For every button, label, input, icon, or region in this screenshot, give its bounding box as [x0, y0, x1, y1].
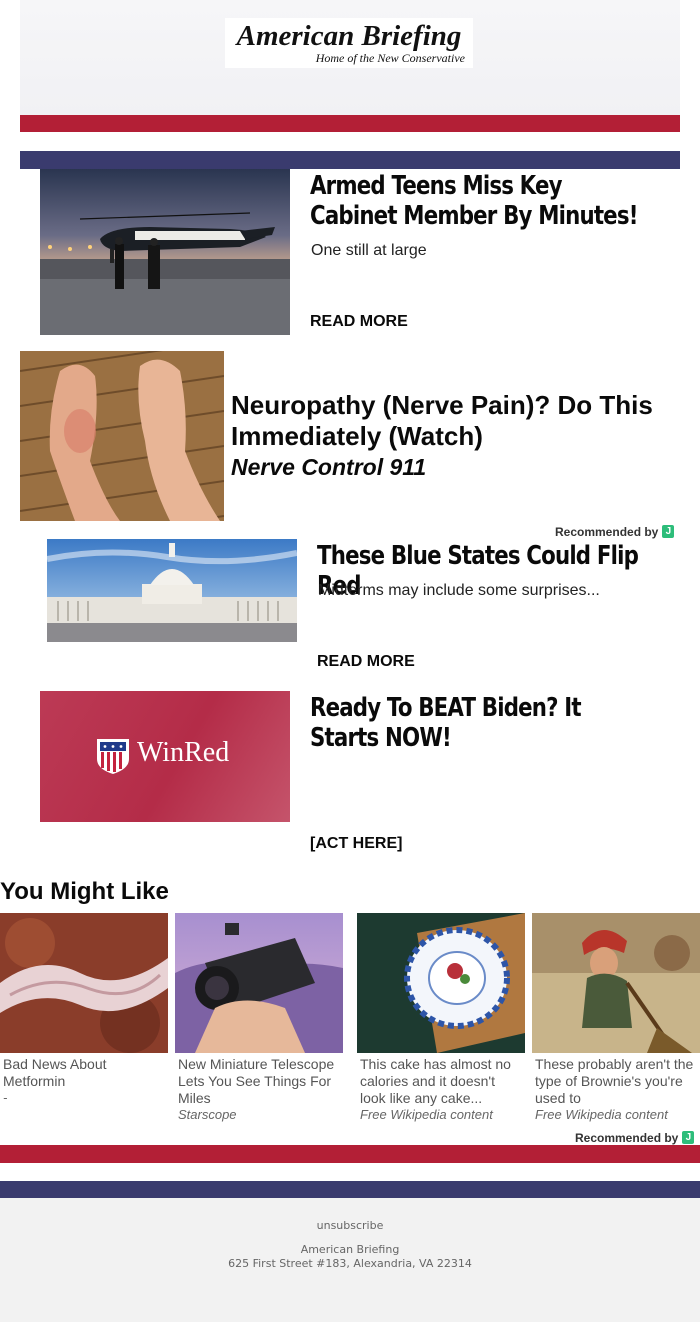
brownie-illustration-image[interactable]	[532, 913, 700, 1053]
feet-on-deck-image[interactable]	[20, 351, 224, 521]
article-headline[interactable]: Ready To BEAT Biden? It Starts NOW!	[310, 693, 646, 753]
footer-company: American Briefing	[300, 1243, 400, 1256]
navy-divider	[0, 1181, 700, 1198]
intestine-image[interactable]	[0, 913, 168, 1053]
card-source: -	[3, 1090, 8, 1105]
card-title[interactable]: Bad News About Metformin	[0, 1053, 168, 1090]
helicopter-on-tarmac-image[interactable]	[40, 169, 290, 335]
recommendation-card[interactable]: New Miniature Telescope Lets You See Thi…	[175, 913, 343, 1123]
recommended-by-label: Recommended by	[575, 1131, 679, 1145]
capitol-building-image[interactable]	[47, 539, 297, 642]
recommended-by-label: Recommended by	[555, 525, 659, 539]
recommendation-card[interactable]: This cake has almost no calories and it …	[357, 913, 525, 1123]
winred-logo-text: WinRed	[137, 737, 230, 768]
card-title[interactable]: These probably aren't the type of Browni…	[532, 1053, 700, 1107]
read-more-link[interactable]: READ MORE	[310, 313, 408, 331]
article-description: One still at large	[311, 242, 427, 259]
card-title[interactable]: This cake has almost no calories and it …	[357, 1053, 525, 1107]
card-title[interactable]: New Miniature Telescope Lets You See Thi…	[175, 1053, 343, 1107]
red-divider	[20, 115, 680, 132]
telescope-image[interactable]	[175, 913, 343, 1053]
cake-plate-image[interactable]	[357, 913, 525, 1053]
article-headline[interactable]: Armed Teens Miss Key Cabinet Member By M…	[310, 171, 646, 231]
ad-text-block[interactable]: Neuropathy (Nerve Pain)? Do This Immedia…	[231, 390, 700, 482]
you-might-like-heading: You Might Like	[0, 878, 169, 905]
winred-logo-image[interactable]: WinRed	[40, 691, 290, 822]
navy-divider	[20, 151, 680, 169]
recommended-by-badge[interactable]: Recommended by J	[555, 523, 675, 541]
card-source: Free Wikipedia content	[535, 1107, 668, 1122]
article-description: Midterms may include some surprises...	[318, 582, 600, 599]
ad-headline[interactable]: Neuropathy (Nerve Pain)? Do This Immedia…	[231, 390, 700, 452]
recommendation-card[interactable]: These probably aren't the type of Browni…	[532, 913, 700, 1123]
logo[interactable]: American Briefing Home of the New Conser…	[225, 18, 473, 68]
read-more-link[interactable]: READ MORE	[317, 653, 415, 671]
act-here-link[interactable]: [ACT HERE]	[310, 835, 402, 853]
recommendation-card[interactable]: Bad News About Metformin -	[0, 913, 168, 1106]
jeeng-logo-icon: J	[682, 1131, 695, 1145]
logo-title: American Briefing	[236, 20, 462, 52]
card-source: Free Wikipedia content	[360, 1107, 493, 1122]
card-source: Starscope	[178, 1107, 237, 1122]
ad-sponsor: Nerve Control 911	[231, 454, 427, 480]
logo-tagline: Home of the New Conservative	[315, 51, 465, 65]
jeeng-logo-icon: J	[662, 525, 675, 539]
footer-address: 625 First Street #183, Alexandria, VA 22…	[228, 1257, 472, 1270]
red-divider	[0, 1145, 700, 1163]
unsubscribe-link[interactable]: unsubscribe	[0, 1219, 700, 1232]
